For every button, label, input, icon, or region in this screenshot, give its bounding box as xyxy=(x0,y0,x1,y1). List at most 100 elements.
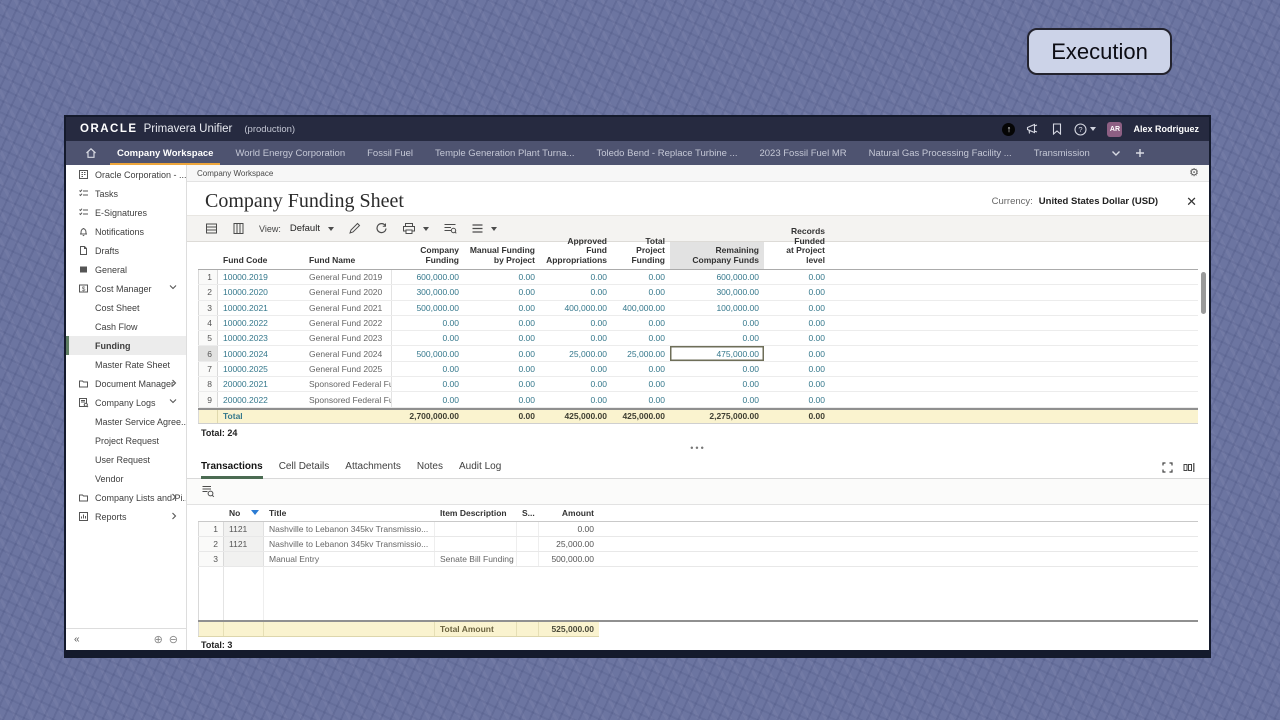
sidebar-item-master-service-agreements[interactable]: Master Service Agree... xyxy=(66,412,186,431)
funding-row[interactable]: 4 10000.2022 General Fund 2022 0.00 0.00… xyxy=(198,316,1198,331)
fund-code-link[interactable]: 20000.2021 xyxy=(218,377,304,391)
help-menu[interactable]: ? xyxy=(1074,123,1096,136)
manual-funding-cell[interactable]: 0.00 xyxy=(464,362,540,376)
funding-row[interactable]: 3 10000.2021 General Fund 2021 500,000.0… xyxy=(198,301,1198,316)
sidebar-item-drafts[interactable]: Drafts xyxy=(66,241,186,260)
fund-code-link[interactable]: 10000.2025 xyxy=(218,362,304,376)
gear-icon[interactable]: ⚙ xyxy=(1189,168,1199,179)
workspace-tab[interactable]: Company Workspace xyxy=(106,141,224,165)
company-funding-cell[interactable]: 0.00 xyxy=(392,377,464,391)
print-button[interactable] xyxy=(402,222,429,235)
dock-right-icon[interactable] xyxy=(1183,462,1195,473)
approved-fund-cell[interactable]: 0.00 xyxy=(540,316,612,330)
company-funding-cell[interactable]: 0.00 xyxy=(392,331,464,345)
sidebar-item-cost-manager[interactable]: $ Cost Manager xyxy=(66,279,186,298)
records-funded-cell[interactable]: 0.00 xyxy=(764,362,830,376)
total-project-funding-cell[interactable]: 0.00 xyxy=(612,285,670,299)
sidebar-item-vendor[interactable]: Vendor xyxy=(66,469,186,488)
manual-funding-cell[interactable]: 0.00 xyxy=(464,285,540,299)
sidebar-item-company-lists[interactable]: Company Lists and Pi... xyxy=(66,488,186,507)
company-funding-cell[interactable]: 500,000.00 xyxy=(392,301,464,315)
chevron-down-icon[interactable] xyxy=(169,398,177,404)
detail-tab[interactable]: Transactions xyxy=(201,461,263,478)
funding-row[interactable]: 6 10000.2024 General Fund 2024 500,000.0… xyxy=(198,346,1198,361)
company-funding-cell[interactable]: 0.00 xyxy=(392,362,464,376)
funding-row[interactable]: 8 20000.2021 Sponsored Federal Fun... 0.… xyxy=(198,377,1198,392)
records-funded-cell[interactable]: 0.00 xyxy=(764,377,830,391)
funding-row[interactable]: 5 10000.2023 General Fund 2023 0.00 0.00… xyxy=(198,331,1198,346)
sidebar-item-e-signatures[interactable]: E-Signatures xyxy=(66,203,186,222)
fund-code-link[interactable]: 10000.2024 xyxy=(218,346,304,360)
approved-fund-cell[interactable]: 400,000.00 xyxy=(540,301,612,315)
fund-code-link[interactable]: 10000.2023 xyxy=(218,331,304,345)
detail-tab[interactable]: Attachments xyxy=(345,461,401,478)
sidebar-item-general[interactable]: General xyxy=(66,260,186,279)
col-manual-funding[interactable]: Manual Fundingby Project xyxy=(464,246,540,269)
manual-funding-cell[interactable]: 0.00 xyxy=(464,301,540,315)
sidebar-item-notifications[interactable]: Notifications xyxy=(66,222,186,241)
detail-tab[interactable]: Cell Details xyxy=(279,461,330,478)
chevron-right-icon[interactable] xyxy=(171,512,177,520)
vertical-scrollbar-thumb[interactable] xyxy=(1201,272,1206,314)
chevron-right-icon[interactable] xyxy=(171,379,177,387)
tab-overflow-chevron-icon[interactable] xyxy=(1111,150,1121,157)
company-funding-cell[interactable]: 0.00 xyxy=(392,316,464,330)
approved-fund-cell[interactable]: 0.00 xyxy=(540,362,612,376)
col-company-funding[interactable]: CompanyFunding xyxy=(392,246,464,269)
workspace-tab[interactable]: Transmission xyxy=(1023,141,1101,165)
fund-code-link[interactable]: 20000.2022 xyxy=(218,392,304,406)
split-rows-button[interactable] xyxy=(205,222,218,235)
col-title[interactable]: Title xyxy=(264,505,435,521)
total-project-funding-cell[interactable]: 0.00 xyxy=(612,362,670,376)
approved-fund-cell[interactable]: 25,000.00 xyxy=(540,346,612,360)
panel-split-handle[interactable]: ••• xyxy=(187,442,1209,455)
user-name[interactable]: Alex Rodriguez xyxy=(1133,124,1199,134)
total-project-funding-cell[interactable]: 25,000.00 xyxy=(612,346,670,360)
approved-fund-cell[interactable]: 0.00 xyxy=(540,270,612,284)
col-amount[interactable]: Amount xyxy=(539,505,599,521)
col-approved-fund[interactable]: Approved FundAppropriations xyxy=(540,237,612,269)
zoom-out-icon[interactable]: ⊖ xyxy=(169,633,178,646)
total-project-funding-cell[interactable]: 400,000.00 xyxy=(612,301,670,315)
records-funded-cell[interactable]: 0.00 xyxy=(764,270,830,284)
approved-fund-cell[interactable]: 0.00 xyxy=(540,392,612,406)
workspace-tab[interactable]: Toledo Bend - Replace Turbine ... xyxy=(585,141,748,165)
zoom-in-icon[interactable]: ⊕ xyxy=(154,633,163,646)
announcements-icon[interactable] xyxy=(1026,123,1039,136)
refresh-button[interactable] xyxy=(375,222,388,235)
view-selector[interactable]: View: Default xyxy=(259,223,334,234)
upgrade-icon[interactable]: ↑ xyxy=(1002,123,1015,136)
remaining-company-funds-cell[interactable]: 100,000.00 xyxy=(670,301,764,315)
funding-row[interactable]: 9 20000.2022 Sponsored Federal Fun... 0.… xyxy=(198,392,1198,407)
manual-funding-cell[interactable]: 0.00 xyxy=(464,270,540,284)
col-item-description[interactable]: Item Description xyxy=(435,505,517,521)
funding-row[interactable]: 2 10000.2020 General Fund 2020 300,000.0… xyxy=(198,285,1198,300)
manual-funding-cell[interactable]: 0.00 xyxy=(464,331,540,345)
sidebar-item-company-logs[interactable]: Company Logs xyxy=(66,393,186,412)
chevron-right-icon[interactable] xyxy=(171,493,177,501)
sidebar-item-funding[interactable]: Funding xyxy=(66,336,186,355)
col-fund-code[interactable]: Fund Code xyxy=(218,256,304,269)
fund-code-link[interactable]: 10000.2020 xyxy=(218,285,304,299)
detail-tab[interactable]: Notes xyxy=(417,461,443,478)
workspace-tab[interactable]: Temple Generation Plant Turna... xyxy=(424,141,585,165)
user-avatar[interactable]: AR xyxy=(1107,122,1122,137)
menu-button[interactable] xyxy=(471,223,497,234)
transaction-row[interactable]: 3 Manual Entry Senate Bill Funding 500,0… xyxy=(198,552,1198,567)
sidebar-item-project-request[interactable]: Project Request xyxy=(66,431,186,450)
records-funded-cell[interactable]: 0.00 xyxy=(764,392,830,406)
remaining-company-funds-cell[interactable]: 475,000.00 xyxy=(670,346,764,360)
col-fund-name[interactable]: Fund Name xyxy=(304,256,392,269)
manual-funding-cell[interactable]: 0.00 xyxy=(464,377,540,391)
home-tab[interactable] xyxy=(76,141,106,165)
transaction-row[interactable]: 1 1121 Nashville to Lebanon 345kv Transm… xyxy=(198,522,1198,537)
workspace-tab[interactable]: Fossil Fuel xyxy=(356,141,424,165)
sidebar-item-oracle-corporation[interactable]: Oracle Corporation - ... xyxy=(66,165,186,184)
col-no[interactable]: No xyxy=(224,505,264,521)
col-total-project-funding[interactable]: Total ProjectFunding xyxy=(612,237,670,269)
sidebar-item-master-rate-sheet[interactable]: Master Rate Sheet xyxy=(66,355,186,374)
funding-row[interactable]: 7 10000.2025 General Fund 2025 0.00 0.00… xyxy=(198,362,1198,377)
company-funding-cell[interactable]: 600,000.00 xyxy=(392,270,464,284)
records-funded-cell[interactable]: 0.00 xyxy=(764,301,830,315)
remaining-company-funds-cell[interactable]: 0.00 xyxy=(670,362,764,376)
